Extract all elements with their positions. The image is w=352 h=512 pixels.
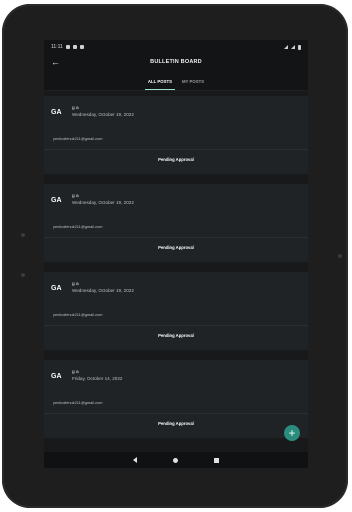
post-date: Wednesday, October 19, 2022 [72, 112, 134, 117]
back-arrow-icon[interactable]: ← [51, 56, 60, 68]
avatar: GA [51, 372, 62, 380]
nav-recents-icon[interactable] [214, 457, 219, 463]
divider [44, 413, 308, 414]
post-date: Wednesday, October 19, 2022 [72, 288, 134, 293]
notification-icon [79, 45, 84, 49]
nav-home-icon[interactable] [173, 457, 178, 463]
post-email: yenlicafenuk211@gmail.com [53, 312, 103, 317]
battery-icon [298, 44, 301, 50]
divider [44, 149, 308, 150]
divider [44, 325, 308, 326]
status-time: 11:11 [51, 44, 63, 50]
avatar: GA [51, 284, 62, 292]
notification-icon [65, 45, 70, 49]
post-card[interactable]: GA g a Friday, October 14, 2022 yenlicaf… [44, 360, 308, 438]
signal-icon [291, 45, 295, 49]
status-bar: 11:11 [44, 40, 308, 54]
post-card[interactable]: GA g a Wednesday, October 19, 2022 yenli… [44, 96, 308, 174]
tab-bar: ALL POSTS MY POSTS [44, 70, 308, 91]
tab-my-posts[interactable]: MY POSTS [182, 79, 204, 90]
wifi-icon [284, 45, 288, 49]
app-screen: 11:11 ← BULLETIN BOARD ALL POSTS MY POST… [44, 40, 308, 468]
post-email: yenlicafenuk211@gmail.com [53, 136, 103, 141]
side-sensor [21, 273, 25, 277]
camera [338, 254, 342, 258]
status-badge: Pending Approval [158, 157, 194, 162]
post-email: yenlicafenuk211@gmail.com [53, 224, 103, 229]
post-list: GA g a Wednesday, October 19, 2022 yenli… [44, 91, 308, 438]
nav-back-icon[interactable] [133, 457, 137, 463]
side-sensor [21, 233, 25, 237]
post-card[interactable]: GA g a Wednesday, October 19, 2022 yenli… [44, 184, 308, 262]
add-post-button[interactable]: + [284, 425, 300, 441]
tab-all-posts[interactable]: ALL POSTS [144, 79, 176, 90]
post-card[interactable]: GA g a Wednesday, October 19, 2022 yenli… [44, 272, 308, 350]
status-badge: Pending Approval [158, 333, 194, 338]
system-nav-bar [44, 452, 308, 468]
status-badge: Pending Approval [158, 421, 194, 426]
avatar: GA [51, 196, 62, 204]
post-date: Wednesday, October 19, 2022 [72, 200, 134, 205]
post-email: yenlicafenuk211@gmail.com [53, 400, 103, 405]
status-badge: Pending Approval [158, 245, 194, 250]
post-date: Friday, October 14, 2022 [72, 376, 123, 381]
notification-icon [72, 45, 77, 49]
page-title: BULLETIN BOARD [150, 59, 202, 65]
app-bar: ← BULLETIN BOARD [44, 54, 308, 70]
avatar: GA [51, 108, 62, 116]
divider [44, 237, 308, 238]
